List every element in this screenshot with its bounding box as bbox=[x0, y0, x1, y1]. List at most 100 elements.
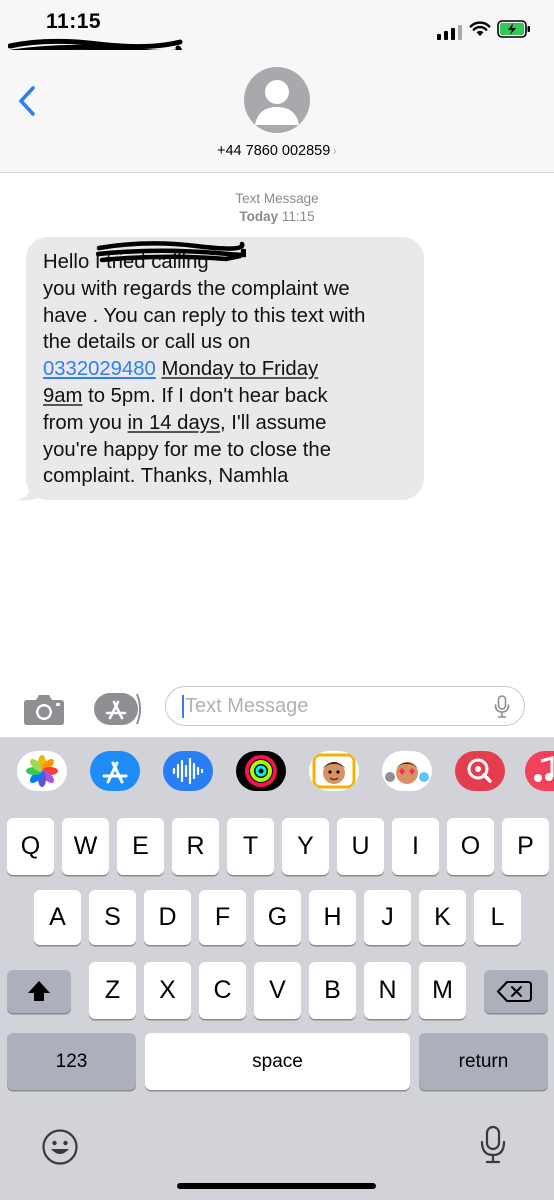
emoji-icon[interactable] bbox=[41, 1128, 79, 1166]
key-c[interactable]: C bbox=[199, 962, 246, 1019]
space-key-label: space bbox=[252, 1051, 303, 1072]
message-line: complaint. Thanks, Namhla bbox=[43, 463, 288, 489]
key-label: F bbox=[214, 903, 231, 931]
timestamp-time: 11:15 bbox=[281, 209, 315, 224]
key-label: Q bbox=[20, 832, 41, 860]
message-text-field[interactable]: Text Message bbox=[165, 686, 525, 726]
dictation-mic-icon[interactable] bbox=[480, 1125, 506, 1165]
camera-icon[interactable] bbox=[23, 692, 65, 726]
memoji-app-icon[interactable] bbox=[309, 751, 359, 791]
message-text-span: , I'll assume bbox=[220, 411, 327, 434]
message-line: from you in 14 days, I'll assume bbox=[43, 410, 326, 436]
key-label: U bbox=[351, 832, 370, 860]
detected-data-link[interactable]: in 14 days bbox=[128, 412, 220, 434]
key-z[interactable]: Z bbox=[89, 962, 136, 1019]
detected-data-link[interactable]: 9am bbox=[43, 385, 82, 407]
key-label: S bbox=[104, 903, 121, 931]
message-text-span: complaint. Thanks, Namhla bbox=[43, 465, 289, 488]
message-line: have . You can reply to this text with bbox=[43, 303, 365, 329]
key-y[interactable]: Y bbox=[282, 818, 329, 875]
space-key[interactable]: space bbox=[145, 1033, 410, 1090]
message-placeholder: Text Message bbox=[185, 695, 309, 717]
key-p[interactable]: P bbox=[502, 818, 549, 875]
key-label: G bbox=[267, 903, 288, 931]
key-label: L bbox=[490, 903, 505, 931]
message-line: you're happy for me to close the bbox=[43, 437, 331, 463]
shift-key[interactable] bbox=[7, 970, 71, 1013]
phone-number-link[interactable]: 0332029480 bbox=[43, 358, 156, 380]
key-s[interactable]: S bbox=[89, 890, 136, 945]
key-q[interactable]: Q bbox=[7, 818, 54, 875]
key-label: P bbox=[517, 832, 534, 860]
message-text-span: have . You can reply to this text with bbox=[43, 304, 366, 327]
key-w[interactable]: W bbox=[62, 818, 109, 875]
key-k[interactable]: K bbox=[419, 890, 466, 945]
key-f[interactable]: F bbox=[199, 890, 246, 945]
key-m[interactable]: M bbox=[419, 962, 466, 1019]
chevron-left-icon[interactable] bbox=[18, 85, 36, 117]
key-label: M bbox=[432, 976, 453, 1004]
imessage-app-strip bbox=[0, 737, 554, 805]
dictation-mic-icon[interactable] bbox=[494, 695, 510, 719]
key-label: O bbox=[460, 832, 481, 860]
message-text-span: you're happy for me to close the bbox=[43, 438, 331, 461]
detected-data-link[interactable]: Monday to Friday bbox=[161, 358, 318, 380]
key-a[interactable]: A bbox=[34, 890, 81, 945]
message-line: 9am to 5pm. If I don't hear back bbox=[43, 383, 328, 409]
audio-app-icon[interactable] bbox=[163, 751, 213, 791]
wifi-icon bbox=[469, 21, 491, 36]
key-label: E bbox=[132, 832, 149, 860]
key-label: A bbox=[49, 903, 66, 931]
key-l[interactable]: L bbox=[474, 890, 521, 945]
images-search-app-icon[interactable] bbox=[455, 751, 505, 791]
numbers-key-label: 123 bbox=[55, 1051, 88, 1072]
appstore-app-icon[interactable] bbox=[90, 751, 140, 791]
key-x[interactable]: X bbox=[144, 962, 191, 1019]
key-b[interactable]: B bbox=[309, 962, 356, 1019]
key-n[interactable]: N bbox=[364, 962, 411, 1019]
key-label: X bbox=[159, 976, 176, 1004]
return-key-label: return bbox=[458, 1051, 509, 1072]
status-bar: 11:15 bbox=[0, 0, 554, 59]
key-r[interactable]: R bbox=[172, 818, 219, 875]
memoji-stickers-app-icon[interactable] bbox=[382, 751, 432, 791]
contact-number[interactable]: +44 7860 002859 bbox=[217, 143, 330, 159]
key-label: T bbox=[242, 832, 259, 860]
timestamp-day: Today bbox=[239, 209, 279, 224]
message-text-span: to 5pm. If I don't hear back bbox=[82, 385, 328, 407]
music-app-icon[interactable] bbox=[525, 751, 554, 791]
key-label: D bbox=[158, 903, 177, 931]
key-d[interactable]: D bbox=[144, 890, 191, 945]
activity-app-icon[interactable] bbox=[236, 751, 286, 791]
chevron-right-icon: › bbox=[332, 142, 337, 158]
message-timestamp: Today 11:15 bbox=[0, 209, 554, 224]
message-text-span: Hello bbox=[43, 251, 95, 273]
key-t[interactable]: T bbox=[227, 818, 274, 875]
key-h[interactable]: H bbox=[309, 890, 356, 945]
key-label: I bbox=[412, 832, 419, 860]
key-u[interactable]: U bbox=[337, 818, 384, 875]
key-j[interactable]: J bbox=[364, 890, 411, 945]
key-g[interactable]: G bbox=[254, 890, 301, 945]
key-i[interactable]: I bbox=[392, 818, 439, 875]
key-v[interactable]: V bbox=[254, 962, 301, 1019]
numbers-key[interactable]: 123 bbox=[7, 1033, 136, 1090]
contact-name[interactable]: +44 7860 002859 › bbox=[0, 142, 554, 159]
message-line: you with regards the complaint we bbox=[43, 276, 350, 302]
keyboard: Q W E R T Y U I O P A S D F G H J K L Z X C V B N M 123 space ret… bbox=[0, 737, 554, 1200]
delete-key[interactable] bbox=[484, 970, 548, 1013]
key-label: C bbox=[213, 976, 232, 1004]
key-label: J bbox=[381, 903, 394, 931]
key-o[interactable]: O bbox=[447, 818, 494, 875]
key-label: W bbox=[73, 832, 98, 860]
photos-app-icon[interactable] bbox=[17, 751, 67, 791]
return-key[interactable]: return bbox=[419, 1033, 548, 1090]
message-line: the details or call us on bbox=[43, 329, 250, 355]
appstore-icon[interactable] bbox=[93, 692, 145, 726]
home-indicator[interactable] bbox=[177, 1183, 376, 1189]
message-input-row: Text Message bbox=[0, 680, 554, 737]
key-e[interactable]: E bbox=[117, 818, 164, 875]
contact-avatar[interactable] bbox=[244, 67, 310, 133]
text-caret bbox=[182, 695, 184, 718]
key-label: K bbox=[434, 903, 451, 931]
